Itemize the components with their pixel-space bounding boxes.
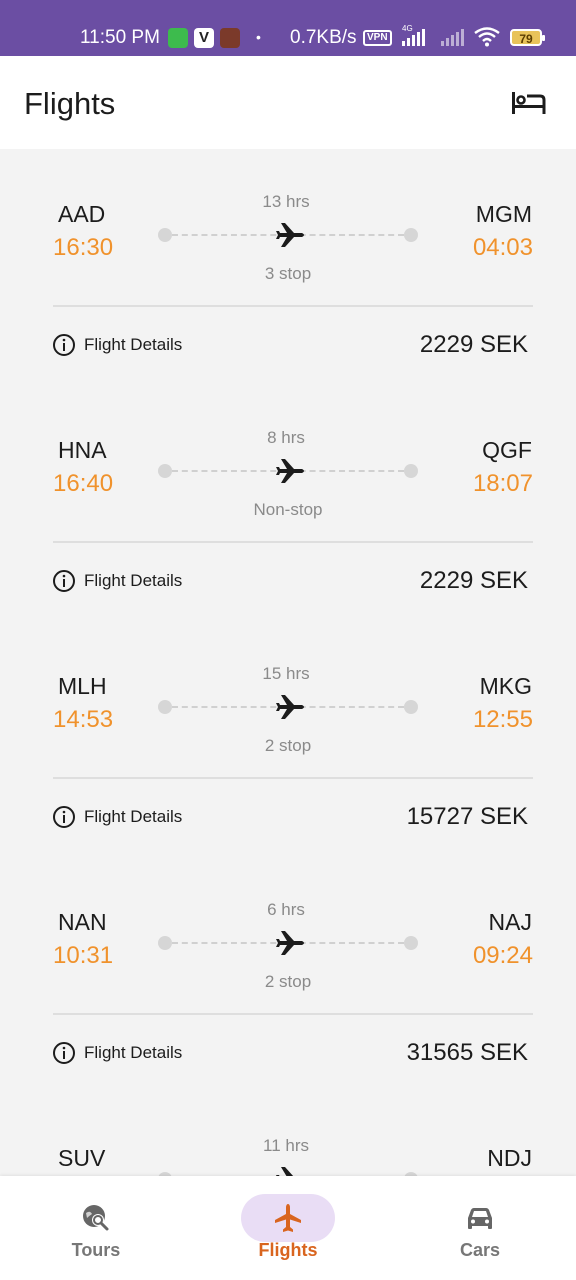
- airplane-icon: [276, 1167, 294, 1176]
- arrival-time: 18:07: [472, 470, 533, 497]
- destination-dot: [404, 700, 418, 714]
- origin-code: SUV: [58, 1145, 106, 1171]
- cell-signal-2-icon: [441, 28, 464, 46]
- origin-code: MLH: [58, 673, 107, 699]
- origin-code: HNA: [58, 437, 107, 463]
- origin-code: NAN: [58, 909, 107, 935]
- destination-code: QGF: [482, 437, 532, 463]
- page-title: Flights: [24, 86, 116, 121]
- arrival-time: 09:24: [472, 942, 533, 969]
- bottom-navigation: Tours Flights Cars: [0, 1176, 576, 1280]
- stop-count: Non-stop: [253, 500, 323, 519]
- tour-search-icon: [83, 1205, 109, 1231]
- info-icon: [53, 806, 75, 828]
- divider: [53, 777, 533, 779]
- flight-price: 2229 SEK: [419, 331, 528, 358]
- departure-time: 16:30: [53, 234, 114, 261]
- nav-icon-container: [49, 1194, 143, 1242]
- divider: [53, 305, 533, 307]
- destination-code: MKG: [479, 673, 532, 699]
- notification-v-icon: V: [194, 28, 214, 48]
- flight-duration: 6 hrs: [267, 900, 305, 919]
- flight-card[interactable]: MLH 14:53 15 hrs 2 stop MKG 12:55 Flight…: [0, 621, 576, 857]
- stop-count: 2 stop: [264, 736, 312, 755]
- origin-dot: [158, 700, 172, 714]
- flight-card[interactable]: SUV 11 hrs NDJ: [0, 1093, 576, 1176]
- airplane-icon: [276, 223, 304, 247]
- notification-dot-icon: •: [256, 29, 261, 45]
- notification-game-icon: [220, 28, 240, 48]
- flight-price: 2229 SEK: [419, 567, 528, 594]
- flight-details-label: Flight Details: [84, 571, 183, 590]
- origin-dot: [158, 464, 172, 478]
- cell-signal-icon: [402, 28, 425, 46]
- flight-duration: 8 hrs: [267, 428, 305, 447]
- arrival-time: 12:55: [472, 706, 533, 733]
- app-bar: Flights: [0, 56, 576, 149]
- origin-dot: [158, 228, 172, 242]
- wifi-icon: [474, 27, 500, 47]
- airplane-icon: [276, 459, 304, 483]
- flight-details-button[interactable]: Flight Details: [52, 805, 182, 829]
- nav-icon-container: [433, 1194, 527, 1242]
- flight-card[interactable]: AAD 16:30 13 hrs 3 stop MGM 04:03 Flight…: [0, 149, 576, 385]
- departure-time: 10:31: [53, 942, 114, 969]
- destination-code: MGM: [475, 201, 532, 227]
- nav-cars-label: Cars: [459, 1240, 501, 1260]
- flight-details-button[interactable]: Flight Details: [52, 333, 182, 357]
- nav-cars[interactable]: Cars: [384, 1176, 576, 1280]
- flight-duration: 15 hrs: [262, 664, 310, 683]
- network-speed: 0.7KB/s: [290, 27, 357, 48]
- divider: [53, 541, 533, 543]
- flight-price: 31565 SEK: [406, 1039, 528, 1066]
- flight-details-label: Flight Details: [84, 807, 183, 826]
- nav-icon-container: [241, 1194, 335, 1242]
- info-icon: [53, 1042, 75, 1064]
- flight-details-label: Flight Details: [84, 335, 183, 354]
- flight-details-button[interactable]: Flight Details: [52, 1041, 182, 1065]
- hotel-bed-icon[interactable]: [506, 82, 550, 126]
- departure-time: 16:40: [53, 470, 114, 497]
- info-icon: [53, 334, 75, 356]
- destination-dot: [404, 228, 418, 242]
- flight-duration: 13 hrs: [262, 192, 310, 211]
- divider: [53, 1013, 533, 1015]
- destination-dot: [404, 936, 418, 950]
- status-bar: 11:50 PM V • 0.7KB/s VPN 4G 79: [0, 0, 576, 56]
- flight-price: 15727 SEK: [406, 803, 528, 830]
- stop-count: 2 stop: [264, 972, 312, 991]
- flight-list: AAD 16:30 13 hrs 3 stop MGM 04:03 Flight…: [0, 149, 576, 1176]
- nav-flights[interactable]: Flights: [192, 1176, 384, 1280]
- airplane-icon: [275, 1204, 301, 1232]
- destination-code: NAJ: [488, 909, 532, 935]
- destination-code: NDJ: [487, 1145, 532, 1171]
- nav-tours-label: Tours: [71, 1240, 121, 1260]
- flight-duration: 11 hrs: [263, 1136, 309, 1155]
- battery-icon: 79: [510, 29, 545, 46]
- car-icon: [468, 1208, 492, 1229]
- flight-card[interactable]: HNA 16:40 8 hrs Non-stop QGF 18:07 Fligh…: [0, 385, 576, 621]
- notification-app-icon: [168, 28, 188, 48]
- flight-card[interactable]: NAN 10:31 6 hrs 2 stop NAJ 09:24 Flight …: [0, 857, 576, 1093]
- status-time: 11:50 PM: [80, 27, 160, 48]
- airplane-icon: [276, 695, 304, 719]
- nav-flights-label: Flights: [258, 1240, 318, 1260]
- stop-count: 3 stop: [264, 264, 312, 283]
- flight-details-button[interactable]: Flight Details: [52, 569, 182, 593]
- origin-code: AAD: [58, 201, 106, 227]
- origin-dot: [158, 936, 172, 950]
- nav-tours[interactable]: Tours: [0, 1176, 192, 1280]
- destination-dot: [404, 464, 418, 478]
- info-icon: [53, 570, 75, 592]
- airplane-icon: [276, 931, 304, 955]
- departure-time: 14:53: [53, 706, 114, 733]
- arrival-time: 04:03: [472, 234, 533, 261]
- vpn-icon: VPN: [363, 30, 392, 46]
- flight-details-label: Flight Details: [84, 1043, 183, 1062]
